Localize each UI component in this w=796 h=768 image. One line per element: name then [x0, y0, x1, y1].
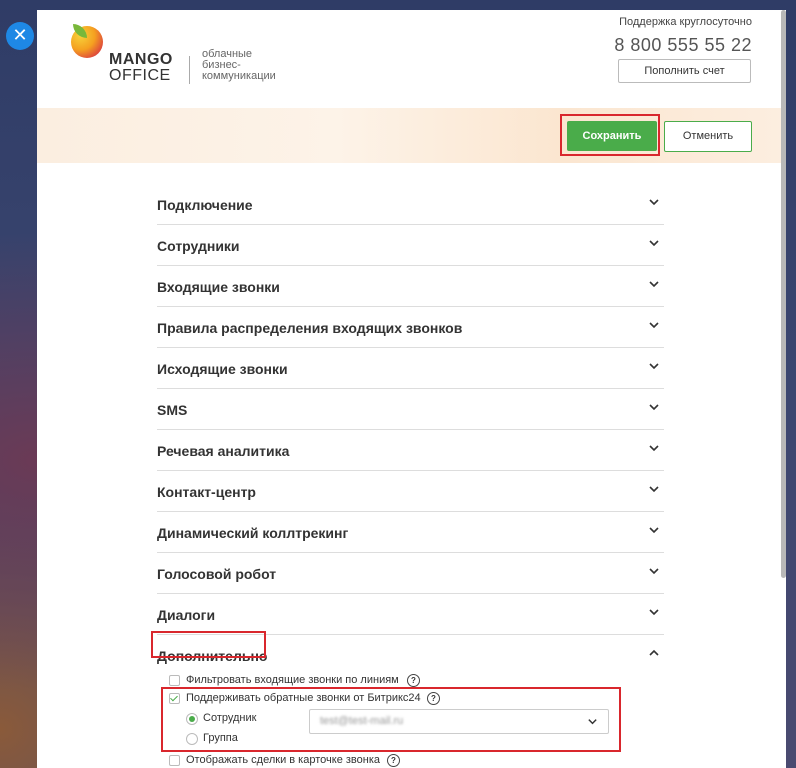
- accordion-section[interactable]: Голосовой робот: [157, 553, 664, 594]
- filter-checkbox[interactable]: [169, 675, 180, 686]
- support-phone: 8 800 555 55 22: [614, 35, 752, 55]
- chevron-down-icon: [649, 363, 659, 370]
- deals-checkbox[interactable]: [169, 755, 180, 766]
- accordion-section[interactable]: Диалоги: [157, 594, 664, 635]
- accordion-section[interactable]: Исходящие звонки: [157, 348, 664, 389]
- chevron-down-icon: [649, 609, 659, 616]
- logo-line1: MANGO: [109, 51, 173, 68]
- chevron-down-icon: [649, 568, 659, 575]
- chevron-down-icon: [649, 199, 659, 206]
- accordion-section[interactable]: Сотрудники: [157, 225, 664, 266]
- chevron-down-icon: [649, 404, 659, 411]
- accordion-section-label: Сотрудники: [157, 238, 240, 254]
- support-label: Поддержка круглосуточно: [619, 16, 752, 28]
- accordion-section-label: Динамический коллтрекинг: [157, 525, 349, 541]
- help-icon[interactable]: ?: [387, 754, 400, 767]
- logo-divider: [189, 56, 190, 84]
- tagline: облачные бизнес- коммуникации: [202, 49, 276, 82]
- accordion-section[interactable]: Речевая аналитика: [157, 430, 664, 471]
- help-icon[interactable]: ?: [427, 692, 440, 705]
- accordion-section-label: Речевая аналитика: [157, 443, 290, 459]
- accordion-section[interactable]: SMS: [157, 389, 664, 430]
- accordion-section-label: Подключение: [157, 197, 253, 213]
- additional-highlight-frame: [151, 631, 266, 658]
- chevron-down-icon: [649, 281, 659, 288]
- employee-select-value: test@test-mail.ru: [320, 715, 404, 727]
- settings-modal: MANGO OFFICE облачные бизнес- коммуникац…: [37, 10, 786, 768]
- chevron-up-icon: [649, 649, 659, 656]
- radio-employee-label: Сотрудник: [203, 712, 257, 724]
- chevron-down-icon: [649, 445, 659, 452]
- chevron-down-icon: [649, 240, 659, 247]
- logo-line2: OFFICE: [109, 67, 171, 84]
- accordion-section-label: Входящие звонки: [157, 279, 280, 295]
- chevron-down-icon: [588, 719, 597, 725]
- accordion-section-label: Правила распределения входящих звонков: [157, 320, 463, 336]
- accordion-section-label: Контакт-центр: [157, 484, 256, 500]
- logo-text: MANGO OFFICE: [109, 52, 173, 84]
- settings-accordion: Подключение Сотрудники Входящие звонки Прав…: [157, 184, 664, 675]
- deals-label: Отображать сделки в карточке звонка: [186, 754, 380, 766]
- cancel-button[interactable]: Отменить: [664, 121, 752, 152]
- accordion-section-label: SMS: [157, 402, 188, 418]
- employee-select[interactable]: test@test-mail.ru: [309, 709, 609, 734]
- bitrix-label: Поддерживать обратные звонки от Битрикс2…: [186, 692, 421, 704]
- accordion-section[interactable]: Динамический коллтрекинг: [157, 512, 664, 553]
- radio-group-label: Группа: [203, 732, 238, 744]
- accordion-section[interactable]: Входящие звонки: [157, 266, 664, 307]
- scrollbar[interactable]: [781, 10, 786, 578]
- accordion-section[interactable]: Правила распределения входящих звонков: [157, 307, 664, 348]
- save-button[interactable]: Сохранить: [567, 121, 657, 151]
- chevron-down-icon: [649, 322, 659, 329]
- radio-group[interactable]: [186, 733, 198, 745]
- bitrix-checkbox[interactable]: [169, 693, 180, 704]
- tagline-line3: коммуникации: [202, 70, 276, 82]
- accordion-section[interactable]: Подключение: [157, 184, 664, 225]
- chevron-down-icon: [649, 486, 659, 493]
- help-icon[interactable]: ?: [407, 674, 420, 687]
- filter-label: Фильтровать входящие звонки по линиям: [186, 674, 399, 686]
- chevron-down-icon: [649, 527, 659, 534]
- topup-button[interactable]: Пополнить счет: [618, 59, 751, 83]
- close-icon[interactable]: ✕: [6, 22, 34, 50]
- accordion-section-label: Голосовой робот: [157, 566, 277, 582]
- accordion-section-label: Исходящие звонки: [157, 361, 288, 377]
- radio-employee[interactable]: [186, 713, 198, 725]
- accordion-section-label: Диалоги: [157, 607, 216, 623]
- accordion-section[interactable]: Контакт-центр: [157, 471, 664, 512]
